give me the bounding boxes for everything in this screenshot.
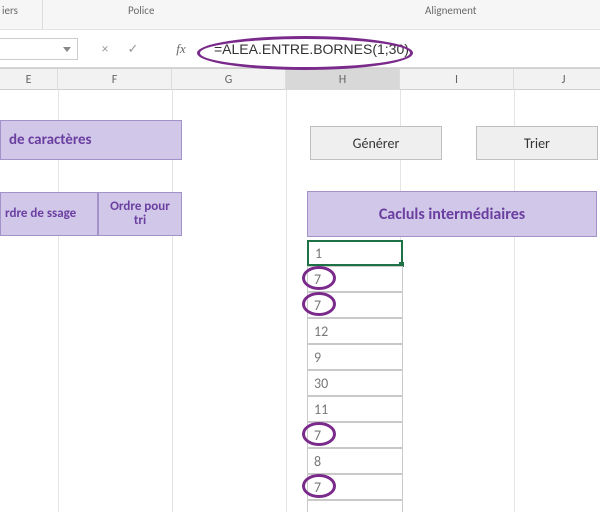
col-heading-ordre-passage: rdre de ssage <box>0 192 98 236</box>
ribbon-tab-fragment[interactable]: iers <box>2 4 18 17</box>
ribbon-divider <box>42 0 43 29</box>
ribbon-group-font: Police <box>128 4 154 17</box>
col-header-G[interactable]: G <box>172 69 286 91</box>
app-viewport: { "ribbon": { "left_tab": "iers", "group… <box>0 0 600 512</box>
chars-heading: de caractères <box>0 120 182 160</box>
confirm-formula-button[interactable]: ✓ <box>120 38 146 60</box>
column-headers: E F G H I J <box>0 68 600 90</box>
formula-bar: × ✓ fx <box>0 30 600 68</box>
cell-H-7[interactable]: 7 <box>307 422 403 448</box>
col-header-H[interactable]: H <box>286 69 400 91</box>
cell-H-8[interactable]: 8 <box>307 448 403 474</box>
cell-H-0[interactable]: 1 <box>307 240 403 266</box>
calc-intermediaires-heading: Cacluls intermédiaires <box>307 191 597 237</box>
cell-H-3[interactable]: 12 <box>307 318 403 344</box>
gridline <box>286 90 287 512</box>
col-heading-ordre-tri: Ordre pour tri <box>98 192 182 236</box>
cell-H-10[interactable] <box>307 500 403 512</box>
generate-button[interactable]: Générer <box>310 126 442 160</box>
formula-input[interactable] <box>212 38 594 60</box>
cell-H-4[interactable]: 9 <box>307 344 403 370</box>
chevron-down-icon[interactable] <box>63 47 71 52</box>
ribbon-group-row: iers Police Alignement <box>0 0 600 30</box>
sheet-grid[interactable]: de caractères rdre de ssage Ordre pour t… <box>0 90 600 512</box>
close-icon: × <box>102 42 108 57</box>
cell-H-2[interactable]: 7 <box>307 292 403 318</box>
fx-icon: fx <box>176 41 185 57</box>
fx-button[interactable]: fx <box>168 38 194 60</box>
sort-button[interactable]: Trier <box>476 126 598 160</box>
cell-H-6[interactable]: 11 <box>307 396 403 422</box>
ribbon-group-align: Alignement <box>425 4 476 17</box>
col-header-J[interactable]: J <box>514 69 600 91</box>
name-box[interactable] <box>0 38 78 60</box>
cell-H-5[interactable]: 30 <box>307 370 403 396</box>
cell-H-1[interactable]: 7 <box>307 266 403 292</box>
cell-H-9[interactable]: 7 <box>307 474 403 500</box>
col-header-F[interactable]: F <box>58 69 172 91</box>
col-header-E[interactable]: E <box>0 69 58 91</box>
cancel-formula-button[interactable]: × <box>92 38 118 60</box>
check-icon: ✓ <box>128 42 139 57</box>
col-header-I[interactable]: I <box>400 69 514 91</box>
